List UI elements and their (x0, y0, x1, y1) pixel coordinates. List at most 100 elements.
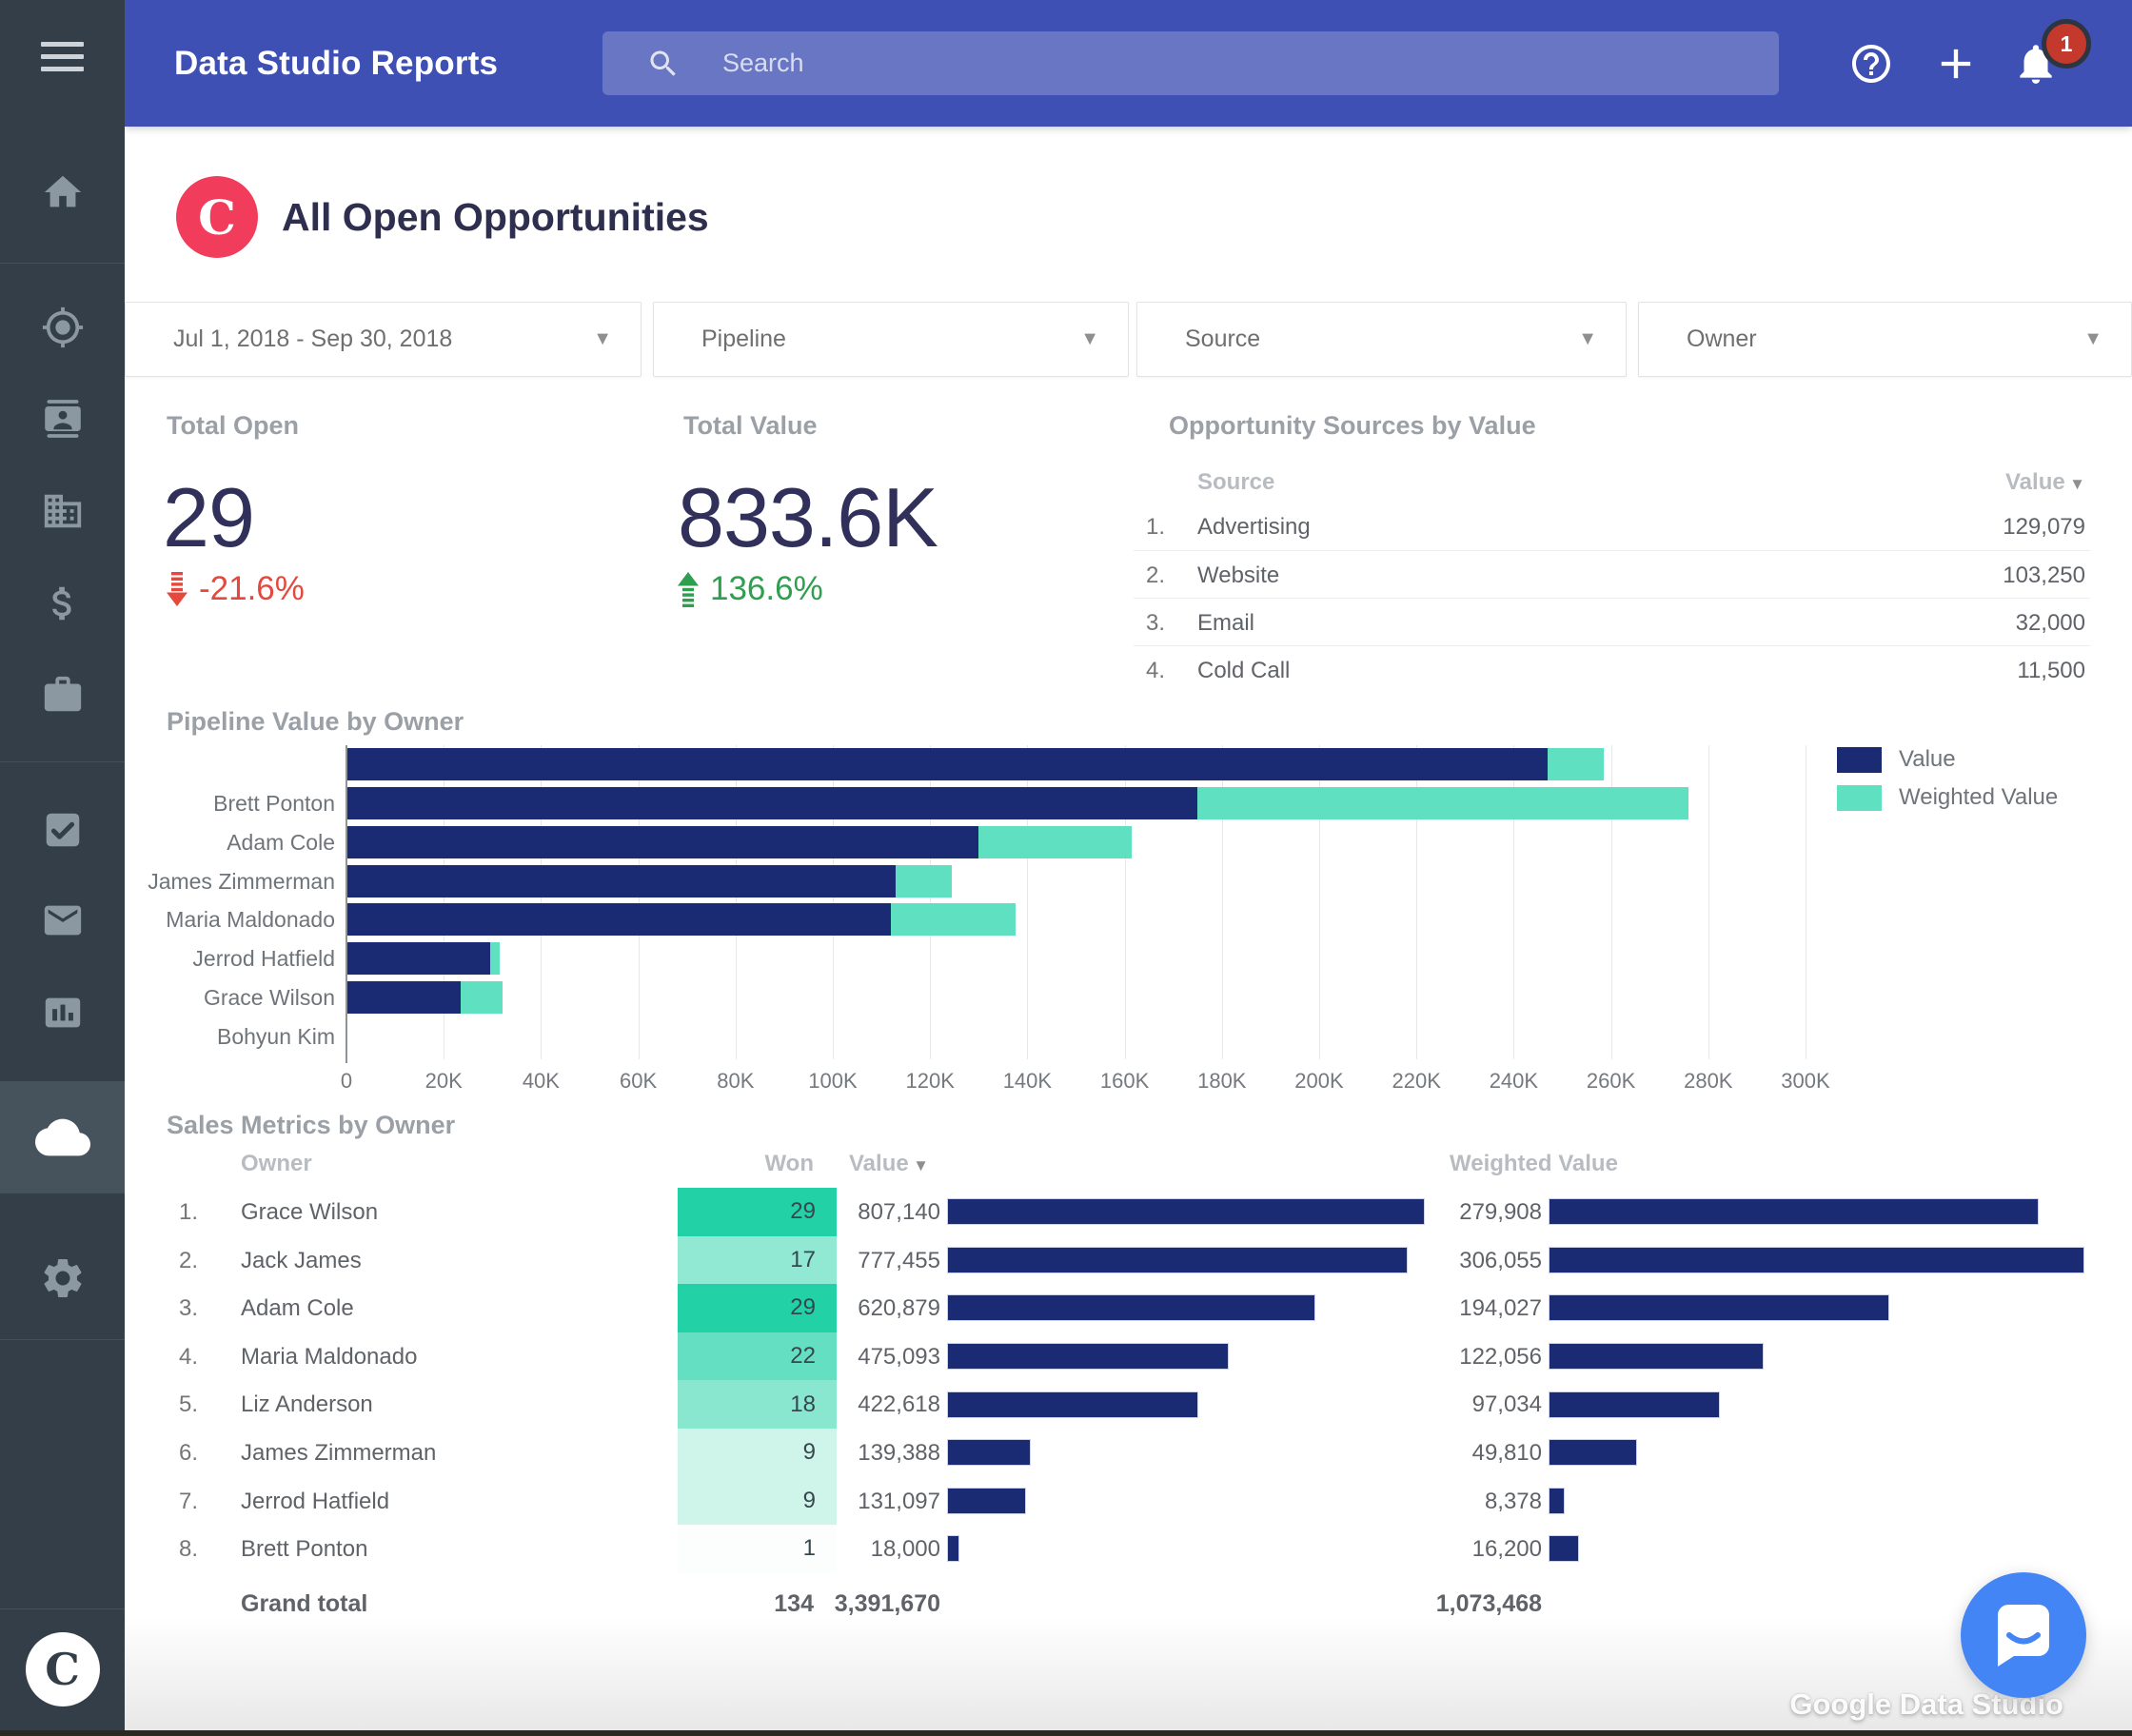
sidebar-item-projects[interactable] (0, 673, 125, 717)
chart-y-axis (345, 745, 347, 1063)
sales-table-row[interactable]: 3. Adam Cole 29 620,879 194,027 (125, 1284, 2132, 1332)
sources-table-row[interactable]: 1. Advertising 129,079 (1134, 503, 2090, 550)
search-icon (650, 50, 676, 76)
sidebar-item-opportunities[interactable] (0, 582, 125, 625)
sales-col-weighted[interactable]: Weighted Value (1450, 1151, 1618, 1177)
weighted-text: 49,810 (1471, 1440, 1542, 1466)
briefcase-icon (44, 676, 81, 712)
chart-bar-row: Adam Cole (227, 825, 1133, 858)
chart-bar-row: Maria Maldonado (166, 903, 1016, 937)
owner-name: Jack James (241, 1247, 362, 1273)
sidebar-item-copper[interactable]: C (0, 1632, 125, 1706)
value-bar (948, 1199, 1424, 1225)
report-title: All Open Opportunities (282, 194, 709, 239)
sort-caret-icon: ▼ (2069, 475, 2085, 493)
chart-tick-label: 80K (717, 1069, 755, 1093)
screen-bottom-edge (0, 1730, 2132, 1736)
row-rank: 4. (1146, 658, 1166, 683)
chart-tick-label: 0 (340, 1069, 353, 1093)
sidebar-divider (0, 263, 125, 264)
home-icon (44, 175, 81, 207)
sales-table-row[interactable]: 7. Jerrod Hatfield 9 131,097 8,378 (125, 1476, 2132, 1526)
sales-table-row[interactable]: 6. James Zimmerman 9 139,388 49,810 (125, 1429, 2132, 1477)
chart-category-label: Jerrod Hatfield (192, 946, 335, 972)
sales-col-owner[interactable]: Owner (241, 1151, 312, 1177)
sidebar-item-email[interactable] (0, 898, 125, 942)
sidebar-item-home[interactable] (0, 170, 125, 214)
scorecard-total-value-value: 833.6K (678, 470, 938, 564)
value-text: 18,000 (870, 1536, 940, 1563)
sales-table-row[interactable]: 1. Grace Wilson 29 807,140 279,908 (125, 1188, 2132, 1236)
filter-owner[interactable]: Owner ▼ (1638, 302, 2132, 377)
value-bar (948, 1488, 1026, 1513)
help-button[interactable] (1843, 0, 1900, 127)
filter-date-range[interactable]: Jul 1, 2018 - Sep 30, 2018 ▼ (125, 302, 642, 377)
sales-table-row[interactable]: 5. Liz Anderson 18 422,618 97,034 (125, 1380, 2132, 1429)
chevron-down-icon: ▼ (593, 328, 612, 349)
owner-name: Maria Maldonado (241, 1343, 418, 1370)
source-name: Advertising (1197, 514, 1311, 540)
bar-chart-icon (45, 997, 80, 1028)
chart-bar-segment-value (346, 864, 897, 898)
chart-tick-label: 100K (808, 1069, 858, 1093)
sources-col-value[interactable]: Value ▼ (1895, 469, 2085, 496)
source-value: 129,079 (2003, 514, 2085, 540)
sidebar-item-people[interactable] (0, 397, 125, 441)
search-box[interactable] (602, 31, 1779, 95)
search-input[interactable] (721, 48, 1779, 79)
filter-source[interactable]: Source ▼ (1136, 302, 1627, 377)
chart-tick-label: 40K (522, 1069, 560, 1093)
sources-table-row[interactable]: 2. Website 103,250 (1134, 550, 2090, 599)
value-bar (948, 1295, 1314, 1321)
source-value: 32,000 (2015, 610, 2085, 636)
weighted-text: 97,034 (1471, 1391, 1542, 1418)
filter-pipeline[interactable]: Pipeline ▼ (653, 302, 1129, 377)
dollar-icon (51, 586, 71, 621)
chart-category-label: Brett Ponton (213, 791, 335, 817)
sales-col-value[interactable]: Value ▼ (849, 1151, 929, 1177)
contact-card-icon (44, 400, 81, 438)
scorecard-total-open-value: 29 (163, 470, 255, 564)
sidebar-item-tasks[interactable] (0, 808, 125, 852)
chart-bar-row: James Zimmerman (148, 864, 953, 898)
chart-tick-label: 180K (1197, 1069, 1247, 1093)
chart-tick-label: 240K (1489, 1069, 1539, 1093)
owner-name: Brett Ponton (241, 1536, 368, 1563)
sidebar-item-leads[interactable] (0, 306, 125, 349)
weighted-bar (1550, 1391, 1719, 1417)
sales-table-row[interactable]: 2. Jack James 17 777,455 306,055 (125, 1235, 2132, 1285)
source-name: Website (1197, 562, 1280, 588)
value-bar (948, 1344, 1229, 1370)
sales-table-row[interactable]: 8. Brett Ponton 1 18,000 16,200 (125, 1525, 2132, 1573)
gear-icon (44, 1259, 81, 1297)
sources-table-row[interactable]: 3. Email 32,000 (1134, 598, 2090, 646)
value-bar (948, 1536, 959, 1562)
row-rank: 7. (179, 1488, 199, 1514)
sidebar-divider (0, 1608, 125, 1609)
chart-tick-label: 200K (1294, 1069, 1344, 1093)
sales-table-row[interactable]: 4. Maria Maldonado 22 475,093 122,056 (125, 1332, 2132, 1381)
chart-category-label: Maria Maldonado (166, 907, 335, 933)
sidebar-item-companies[interactable] (0, 489, 125, 533)
notification-badge: 1 (2042, 19, 2091, 69)
chart-bar-segment-value (346, 903, 892, 937)
sources-table-row[interactable]: 4. Cold Call 11,500 (1134, 645, 2090, 694)
menu-icon[interactable] (41, 42, 84, 82)
chart-bar-segment-value (346, 787, 1198, 820)
chart-category-label (125, 748, 335, 780)
sidebar-item-reports[interactable] (0, 991, 125, 1035)
target-icon (42, 306, 83, 348)
sources-col-source[interactable]: Source (1197, 469, 1274, 496)
chart-tick-label: 280K (1684, 1069, 1733, 1093)
chevron-down-icon: ▼ (1578, 328, 1597, 349)
pipeline-chart-title: Pipeline Value by Owner (167, 707, 464, 736)
source-name: Email (1197, 610, 1255, 636)
add-button[interactable] (1927, 0, 1984, 127)
chart-gridline (1708, 745, 1709, 1059)
scorecard-total-open-label: Total Open (167, 411, 299, 440)
sidebar-item-cloud-active[interactable] (0, 1081, 125, 1193)
chat-launcher-button[interactable] (1961, 1572, 2086, 1698)
row-rank: 1. (179, 1199, 199, 1225)
sidebar-item-settings[interactable] (0, 1254, 125, 1302)
sales-col-won[interactable]: Won (671, 1151, 814, 1177)
